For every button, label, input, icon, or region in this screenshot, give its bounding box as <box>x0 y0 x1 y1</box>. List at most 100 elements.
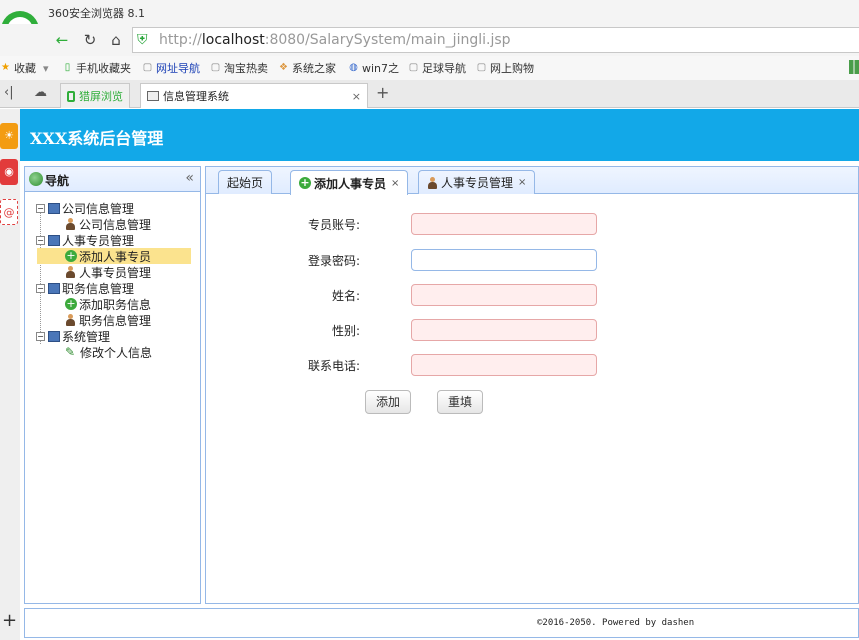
browser-titlebar: 360安全浏览器 8.1 <box>0 0 859 24</box>
form-buttons: 添加 重填 <box>206 390 858 414</box>
form-row-phone: 联系电话: <box>206 354 858 376</box>
page-icon: ▢ <box>210 62 221 73</box>
bookmark-football[interactable]: ▢ 足球导航 <box>408 60 466 76</box>
name-input[interactable] <box>411 284 597 306</box>
tree-item-edit-profile[interactable]: ✎ 修改个人信息 <box>25 344 200 360</box>
collapse-toggle-icon[interactable]: − <box>36 235 45 245</box>
url-text: http://localhost:8080/SalarySystem/main_… <box>159 32 511 48</box>
weibo-icon[interactable]: ◉ <box>0 159 18 185</box>
add-sidebar-icon[interactable]: + <box>2 610 17 631</box>
chevron-down-icon: ▾ <box>43 61 49 75</box>
mail-icon[interactable]: @ <box>0 199 18 225</box>
collapse-toggle-icon[interactable]: − <box>36 331 45 341</box>
browser-tabstrip: ‹| ☁ 猎屏浏览 信息管理系统 × + <box>0 80 859 108</box>
bookmark-taobao[interactable]: ▢ 淘宝热卖 <box>210 60 268 76</box>
tree-folder-system[interactable]: − 系统管理 <box>25 328 200 344</box>
tree-folder-staff[interactable]: − 人事专员管理 <box>25 232 200 248</box>
close-tab-icon[interactable]: × <box>518 177 526 188</box>
form-row-account: 专员账号: <box>206 213 858 235</box>
tree-item-add-staff[interactable]: + 添加人事专员 <box>37 248 191 264</box>
close-tab-icon[interactable]: × <box>352 90 361 103</box>
app-title: XXX系统后台管理 <box>30 129 164 148</box>
computer-icon <box>48 202 60 214</box>
account-label: 专员账号: <box>307 218 360 232</box>
tree-item-company-manage[interactable]: 公司信息管理 <box>25 216 200 232</box>
app-footer: ©2016-2050. Powered by dashen <box>24 608 859 638</box>
pencil-icon: ✎ <box>65 345 76 359</box>
new-tab-button[interactable]: + <box>376 83 389 102</box>
tree-item-staff-manage[interactable]: 人事专员管理 <box>25 264 200 280</box>
add-icon: + <box>65 249 77 262</box>
collapse-toggle-icon[interactable]: − <box>36 203 45 213</box>
tree-item-add-job[interactable]: + 添加职务信息 <box>25 296 200 312</box>
phone-icon <box>67 90 75 102</box>
bookmark-shopping[interactable]: ▢ 网上购物 <box>476 60 534 76</box>
tab-home[interactable]: 起始页 <box>218 170 273 194</box>
reset-button[interactable]: 重填 <box>437 390 484 414</box>
window-title: 360安全浏览器 8.1 <box>48 7 145 20</box>
page-icon: ▢ <box>408 62 419 73</box>
add-button[interactable]: 添加 <box>365 390 412 414</box>
home-icon[interactable]: ⌂ <box>106 30 126 50</box>
tree-folder-company[interactable]: − 公司信息管理 <box>25 200 200 216</box>
bookmark-xitong[interactable]: ❖ 系统之家 <box>278 60 336 76</box>
user-icon <box>427 176 438 189</box>
tab-add-staff[interactable]: + 添加人事专员 × <box>290 170 409 195</box>
address-toolbar: ← ↻ ⌂ ⛨ http://localhost:8080/SalarySyst… <box>0 24 859 56</box>
browser-tab-info-system[interactable]: 信息管理系统 × <box>140 83 368 108</box>
account-input[interactable] <box>411 213 597 235</box>
bookmark-favorites[interactable]: ★ 收藏 ▾ <box>0 60 49 76</box>
nav-header: 导航 « <box>25 167 200 192</box>
weather-icon[interactable]: ☀ <box>0 123 18 149</box>
browser-tab-liepin[interactable]: 猎屏浏览 <box>60 83 130 108</box>
add-icon: + <box>65 297 77 310</box>
url-input[interactable]: ⛨ http://localhost:8080/SalarySystem/mai… <box>132 27 859 53</box>
phone-icon: ▯ <box>64 62 71 73</box>
browser-sidebar: ☀ ◉ @ <box>0 109 20 640</box>
nav-tree: − 公司信息管理 公司信息管理 − 人事专员管理 + 添加人事专员 人事专员管理… <box>25 200 200 360</box>
nav-title: 导航 <box>45 174 70 188</box>
password-label: 登录密码: <box>307 254 360 268</box>
close-tab-icon[interactable]: × <box>391 178 399 189</box>
user-icon <box>65 266 76 278</box>
app-header: XXX系统后台管理 <box>20 109 859 161</box>
collapse-icon[interactable]: « <box>185 170 194 186</box>
bookmark-win7[interactable]: ◍ win7之 <box>348 60 399 76</box>
phone-label: 联系电话: <box>307 359 360 373</box>
gender-label: 性别: <box>331 324 360 338</box>
security-shield-icon: ⛨ <box>137 32 148 48</box>
computer-icon <box>48 330 60 342</box>
form-row-gender: 性别: <box>206 319 858 341</box>
app-grid-icon[interactable] <box>849 60 859 74</box>
form-row-name: 姓名: <box>206 284 858 306</box>
copyright-text: ©2016-2050. Powered by dashen <box>537 618 695 628</box>
bookmark-mobile[interactable]: ▯ 手机收藏夹 <box>62 60 131 76</box>
tree-item-job-manage[interactable]: 职务信息管理 <box>25 312 200 328</box>
page-icon: ▢ <box>476 62 487 73</box>
tree-folder-job[interactable]: − 职务信息管理 <box>25 280 200 296</box>
nav-panel: 导航 « − 公司信息管理 公司信息管理 − 人事专员管理 + 添加人事专员 人… <box>24 166 201 604</box>
content-panel: 起始页 + 添加人事专员 × 人事专员管理 × 专员账号: 登录密码: 姓名: … <box>205 166 859 604</box>
globe-icon <box>29 172 43 186</box>
bookmark-nav[interactable]: ▢ 网址导航 <box>142 60 200 76</box>
add-staff-form: 专员账号: 登录密码: 姓名: 性别: 联系电话: 添加 重填 <box>206 195 858 603</box>
content-tabs: 起始页 + 添加人事专员 × 人事专员管理 × <box>206 167 858 195</box>
computer-icon <box>48 234 60 246</box>
user-icon <box>65 218 76 230</box>
user-icon <box>65 314 76 326</box>
add-icon: + <box>299 176 311 189</box>
name-label: 姓名: <box>331 289 360 303</box>
gender-input[interactable] <box>411 319 597 341</box>
sidebar-toggle-icon[interactable]: ‹| <box>4 85 14 100</box>
phone-input[interactable] <box>411 354 597 376</box>
page-icon: ▢ <box>142 62 153 73</box>
cloud-icon[interactable]: ☁ <box>34 85 47 100</box>
tab-staff-manage[interactable]: 人事专员管理 × <box>418 170 536 194</box>
back-arrow-icon[interactable]: ← <box>52 30 72 50</box>
form-row-password: 登录密码: <box>206 249 858 271</box>
password-input[interactable] <box>411 249 597 271</box>
image-icon <box>147 91 159 101</box>
refresh-icon[interactable]: ↻ <box>80 30 100 50</box>
collapse-toggle-icon[interactable]: − <box>36 283 45 293</box>
computer-icon <box>48 282 60 294</box>
